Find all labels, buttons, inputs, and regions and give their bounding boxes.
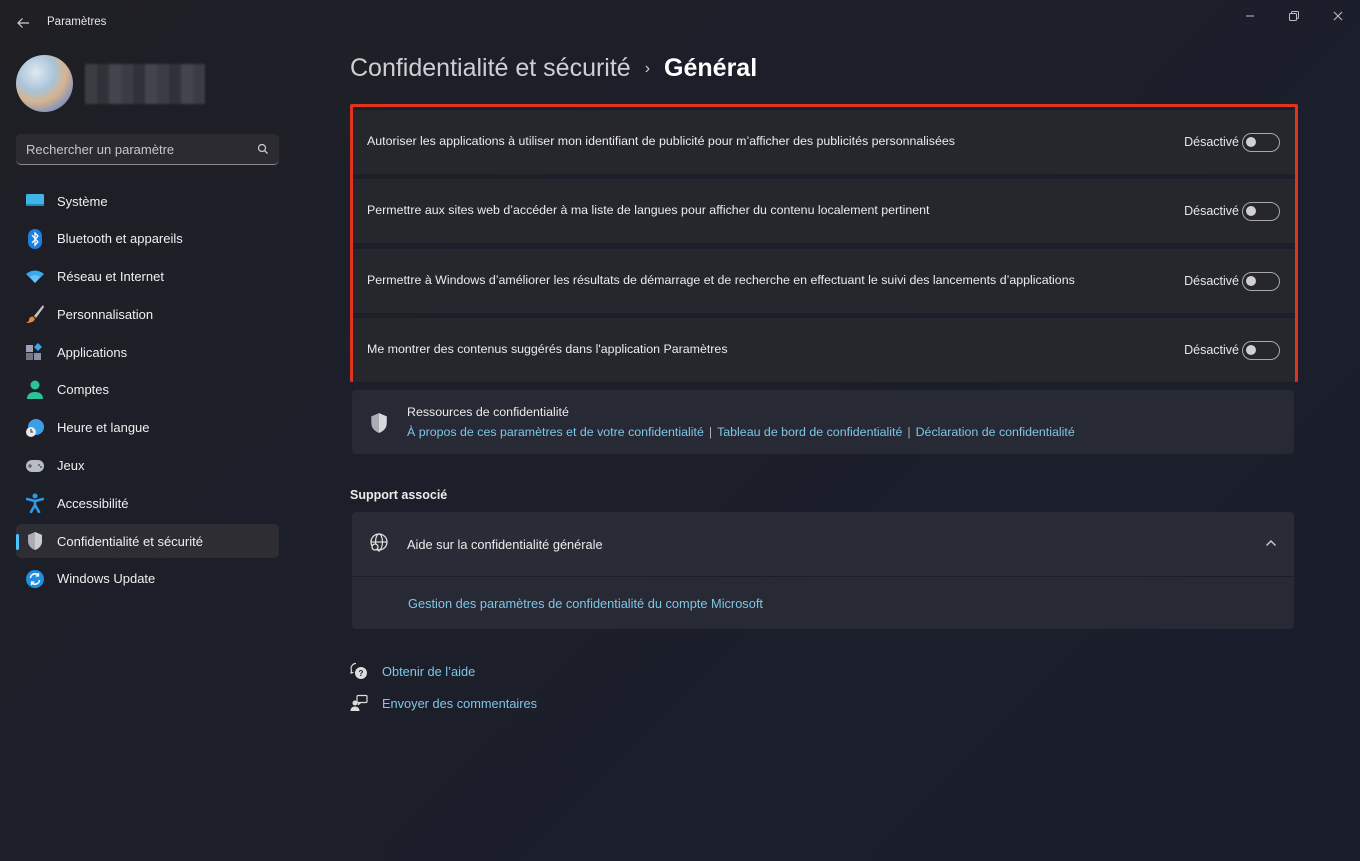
sidebar-item-label: Applications <box>57 344 128 360</box>
globe-clock-icon <box>25 418 45 438</box>
svg-text:?: ? <box>359 669 364 678</box>
sidebar-item-systeme[interactable]: Système <box>16 184 279 218</box>
title-bar: Paramètres <box>0 0 1360 44</box>
minimize-button[interactable] <box>1230 4 1270 28</box>
brush-icon <box>25 304 45 324</box>
privacy-help-expander[interactable]: Aide sur la confidentialité générale <box>352 512 1294 576</box>
related-support-heading: Support associé <box>350 488 448 502</box>
setting-state: Désactivé <box>1184 343 1239 357</box>
sidebar-item-label: Réseau et Internet <box>57 269 164 285</box>
toggle-switch[interactable] <box>1242 271 1280 291</box>
sidebar-item-label: Comptes <box>57 382 110 398</box>
setting-state: Désactivé <box>1184 204 1239 218</box>
privacy-dashboard-link[interactable]: Tableau de bord de confidentialité <box>717 425 902 439</box>
setting-label: Permettre à Windows d’améliorer les résu… <box>367 273 1075 288</box>
sidebar-item-label: Windows Update <box>57 571 156 587</box>
privacy-statement-link[interactable]: Déclaration de confidentialité <box>916 425 1075 439</box>
link-separator: | <box>708 425 713 439</box>
sidebar-item-jeux[interactable]: Jeux <box>16 449 279 483</box>
app-title: Paramètres <box>47 16 107 28</box>
toggle-knob <box>1246 205 1256 216</box>
setting-row-app-launch-tracking: Permettre à Windows d’améliorer les résu… <box>353 249 1295 313</box>
gamepad-icon <box>25 456 45 476</box>
about-privacy-link[interactable]: À propos de ces paramètres et de votre c… <box>407 425 704 439</box>
sidebar-item-heure-langue[interactable]: Heure et langue <box>16 411 279 445</box>
sidebar-item-personnalisation[interactable]: Personnalisation <box>16 297 279 331</box>
breadcrumb-parent[interactable]: Confidentialité et sécurité <box>350 54 631 83</box>
accessibility-icon <box>25 493 45 514</box>
privacy-help-content: Gestion des paramètres de confidentialit… <box>352 577 1294 629</box>
resources-title: Ressources de confidentialité <box>407 405 569 419</box>
toggle-switch[interactable] <box>1242 340 1280 360</box>
sidebar-item-label: Bluetooth et appareils <box>57 231 183 247</box>
page-title: Général <box>664 54 758 82</box>
search-input[interactable] <box>26 141 257 157</box>
sidebar: Système Bluetooth et appareils Réseau et… <box>0 44 300 861</box>
get-help-link[interactable]: ? Obtenir de l’aide <box>350 662 475 680</box>
setting-label: Me montrer des contenus suggérés dans l'… <box>367 342 728 357</box>
chevron-up-icon[interactable] <box>1262 534 1280 552</box>
update-icon <box>25 569 45 589</box>
send-feedback-link[interactable]: Envoyer des commentaires <box>350 694 537 712</box>
sidebar-item-label: Heure et langue <box>57 420 150 436</box>
sidebar-item-confidentialite[interactable]: Confidentialité et sécurité <box>16 524 279 559</box>
toggle-switch[interactable] <box>1242 132 1280 152</box>
sidebar-item-windows-update[interactable]: Windows Update <box>16 562 279 596</box>
sidebar-item-bluetooth[interactable]: Bluetooth et appareils <box>16 222 279 256</box>
setting-label: Autoriser les applications à utiliser mo… <box>367 134 955 149</box>
sidebar-item-comptes[interactable]: Comptes <box>16 373 279 407</box>
user-name-blurred <box>85 64 205 104</box>
back-arrow-icon <box>17 18 29 28</box>
toggle-knob <box>1246 275 1256 286</box>
resources-links: À propos de ces paramètres et de votre c… <box>407 425 1075 439</box>
setting-state: Désactivé <box>1184 274 1239 288</box>
sidebar-item-label: Confidentialité et sécurité <box>57 533 203 549</box>
search-icon[interactable] <box>257 143 269 155</box>
close-button[interactable] <box>1318 4 1358 28</box>
globe-search-icon <box>370 533 388 552</box>
highlight-box: Autoriser les applications à utiliser mo… <box>350 104 1298 382</box>
privacy-resources-card: Ressources de confidentialité À propos d… <box>352 390 1294 454</box>
shield-icon <box>25 531 45 551</box>
sidebar-nav: Système Bluetooth et appareils Réseau et… <box>16 184 279 600</box>
setting-row-language-list: Permettre aux sites web d’accéder à ma l… <box>353 179 1295 243</box>
help-chat-icon: ? <box>350 662 367 679</box>
bluetooth-icon <box>25 228 45 249</box>
toggle-switch[interactable] <box>1242 201 1280 221</box>
microsoft-account-privacy-link[interactable]: Gestion des paramètres de confidentialit… <box>408 596 763 611</box>
feedback-icon <box>350 694 368 711</box>
sidebar-item-label: Système <box>57 193 108 209</box>
person-icon <box>25 380 45 400</box>
back-button[interactable] <box>12 12 34 34</box>
toggle-knob <box>1246 136 1256 147</box>
link-separator: | <box>907 425 911 439</box>
breadcrumb-separator: › <box>644 60 651 77</box>
sidebar-item-accessibilite[interactable]: Accessibilité <box>16 486 279 520</box>
setting-row-advertising-id: Autoriser les applications à utiliser mo… <box>353 110 1295 174</box>
shield-icon <box>371 413 387 433</box>
wifi-icon <box>25 267 45 287</box>
apps-icon <box>25 342 45 362</box>
search-box[interactable] <box>16 134 279 165</box>
avatar[interactable] <box>16 55 73 112</box>
minimize-icon <box>1246 15 1254 17</box>
setting-state: Désactivé <box>1184 135 1239 149</box>
sidebar-item-reseau[interactable]: Réseau et Internet <box>16 260 279 294</box>
get-help-label: Obtenir de l’aide <box>382 663 476 679</box>
breadcrumb: Confidentialité et sécurité › Général <box>350 54 757 83</box>
close-icon <box>1333 11 1343 21</box>
send-feedback-label: Envoyer des commentaires <box>382 695 538 711</box>
restore-icon <box>1289 11 1299 21</box>
sidebar-item-applications[interactable]: Applications <box>16 335 279 369</box>
setting-label: Permettre aux sites web d’accéder à ma l… <box>367 203 930 218</box>
restore-button[interactable] <box>1274 4 1314 28</box>
display-icon <box>25 191 45 211</box>
sidebar-item-label: Jeux <box>57 458 85 474</box>
sidebar-item-label: Personnalisation <box>57 306 154 322</box>
sidebar-item-label: Accessibilité <box>57 495 129 511</box>
privacy-help-label: Aide sur la confidentialité générale <box>407 537 603 552</box>
toggle-knob <box>1246 344 1256 355</box>
setting-row-suggested-content: Me montrer des contenus suggérés dans l'… <box>353 318 1295 382</box>
